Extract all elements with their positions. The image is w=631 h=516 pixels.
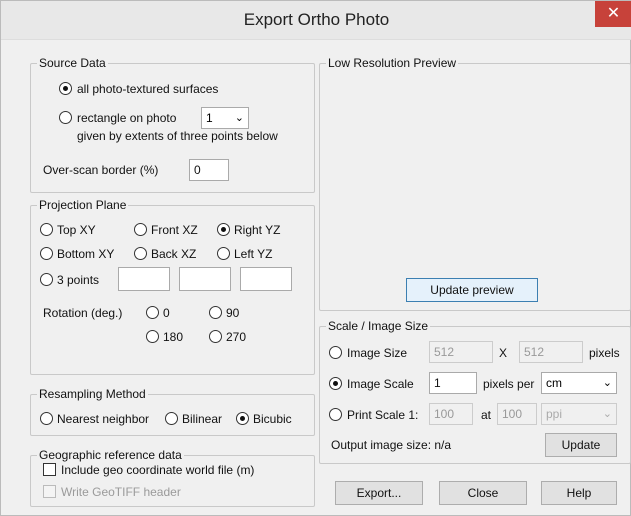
close-button[interactable]: Close — [439, 481, 527, 505]
help-button[interactable]: Help — [541, 481, 617, 505]
title-bar: Export Ortho Photo ✕ — [1, 1, 631, 40]
rectangle-on-photo-label: rectangle on photo — [77, 111, 177, 125]
overscan-label: Over-scan border (%) — [43, 163, 159, 177]
rectangle-note: given by extents of three points below — [77, 129, 278, 143]
at-label: at — [481, 408, 492, 422]
image-scale-input[interactable]: 1 — [429, 372, 477, 394]
all-surfaces-label: all photo-textured surfaces — [77, 82, 219, 96]
bilinear-label: Bilinear — [182, 412, 223, 426]
pixels-label: pixels — [589, 346, 620, 360]
radio-right-yz[interactable] — [217, 223, 230, 236]
geotiff-label: Write GeoTIFF header — [61, 485, 181, 499]
photo-number-select[interactable]: 1 ⌄ — [201, 107, 249, 129]
radio-three-points[interactable] — [40, 273, 53, 286]
radio-rotation-0[interactable] — [146, 306, 159, 319]
geotiff-checkbox[interactable] — [43, 485, 56, 498]
world-file-checkbox[interactable] — [43, 463, 56, 476]
radio-image-scale[interactable] — [329, 377, 342, 390]
close-icon[interactable]: ✕ — [595, 1, 631, 27]
world-file-label: Include geo coordinate world file (m) — [61, 463, 255, 477]
radio-bottom-xy[interactable] — [40, 247, 53, 260]
left-yz-label: Left YZ — [234, 247, 273, 261]
front-xz-label: Front XZ — [151, 223, 198, 237]
update-preview-button[interactable]: Update preview — [406, 278, 538, 302]
dpi-input[interactable]: 100 — [497, 403, 537, 425]
bottom-xy-label: Bottom XY — [57, 247, 115, 261]
rotation-label: Rotation (deg.) — [43, 306, 123, 320]
pixels-per-label: pixels per — [483, 377, 535, 391]
unit-value: cm — [546, 376, 562, 390]
radio-back-xz[interactable] — [134, 247, 147, 260]
projection-plane-label: Projection Plane — [37, 198, 129, 212]
image-size-label: Image Size — [347, 346, 408, 360]
image-scale-label: Image Scale — [347, 377, 414, 391]
preview-group — [319, 63, 631, 311]
photo-number-value: 1 — [206, 111, 213, 125]
bicubic-label: Bicubic — [253, 412, 292, 426]
point-1-input[interactable] — [118, 267, 170, 291]
three-points-label: 3 points — [57, 273, 100, 287]
dpi-unit-value: ppi — [546, 407, 563, 421]
resampling-label: Resampling Method — [37, 387, 148, 401]
back-xz-label: Back XZ — [151, 247, 197, 261]
nearest-neighbor-label: Nearest neighbor — [57, 412, 150, 426]
rotation-270-label: 270 — [226, 330, 247, 344]
rotation-0-label: 0 — [163, 306, 170, 320]
radio-left-yz[interactable] — [217, 247, 230, 260]
x-label: X — [499, 346, 508, 360]
source-data-label: Source Data — [37, 56, 108, 70]
image-width-input[interactable]: 512 — [429, 341, 493, 363]
unit-select[interactable]: cm ⌄ — [541, 372, 617, 394]
print-scale-label: Print Scale 1: — [347, 408, 419, 422]
overscan-input[interactable]: 0 — [189, 159, 229, 181]
export-button[interactable]: Export... — [335, 481, 423, 505]
radio-all-surfaces[interactable] — [59, 82, 72, 95]
preview-label: Low Resolution Preview — [326, 56, 459, 70]
window-title: Export Ortho Photo — [243, 10, 390, 29]
rotation-180-label: 180 — [163, 330, 184, 344]
radio-front-xz[interactable] — [134, 223, 147, 236]
output-image-size: Output image size: n/a — [331, 438, 452, 452]
point-2-input[interactable] — [179, 267, 231, 291]
print-scale-input[interactable]: 100 — [429, 403, 473, 425]
radio-bilinear[interactable] — [165, 412, 178, 425]
right-yz-label: Right YZ — [234, 223, 281, 237]
chevron-down-icon: ⌄ — [602, 408, 612, 420]
radio-rectangle-on-photo[interactable] — [59, 111, 72, 124]
dpi-unit-select[interactable]: ppi ⌄ — [541, 403, 617, 425]
radio-print-scale[interactable] — [329, 408, 342, 421]
scale-label: Scale / Image Size — [326, 319, 431, 333]
radio-bicubic[interactable] — [236, 412, 249, 425]
chevron-down-icon: ⌄ — [602, 377, 612, 389]
radio-rotation-270[interactable] — [209, 330, 222, 343]
geo-reference-label: Geographic reference data — [37, 448, 184, 462]
radio-image-size[interactable] — [329, 346, 342, 359]
radio-top-xy[interactable] — [40, 223, 53, 236]
point-3-input[interactable] — [240, 267, 292, 291]
rotation-90-label: 90 — [226, 306, 240, 320]
image-height-input[interactable]: 512 — [519, 341, 583, 363]
radio-nearest-neighbor[interactable] — [40, 412, 53, 425]
top-xy-label: Top XY — [57, 223, 96, 237]
radio-rotation-180[interactable] — [146, 330, 159, 343]
export-ortho-photo-dialog: Export Ortho Photo ✕ Source Data all pho… — [0, 0, 631, 516]
radio-rotation-90[interactable] — [209, 306, 222, 319]
update-button[interactable]: Update — [545, 433, 617, 457]
chevron-down-icon: ⌄ — [234, 112, 244, 124]
